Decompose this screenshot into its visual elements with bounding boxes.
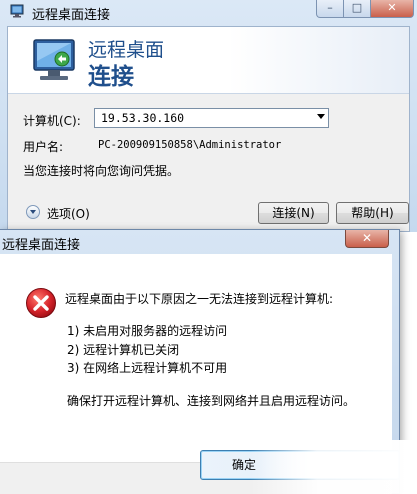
computer-value: 19.53.30.160	[101, 111, 185, 125]
help-button[interactable]: 帮助(H)	[336, 202, 409, 224]
username-value: PC-200909150858\Administrator	[98, 139, 282, 151]
rdc-banner: 远程桌面 连接	[8, 27, 409, 94]
rdc-client-area: 远程桌面 连接 计算机(C): 19.53.30.160 用户名: PC-200…	[7, 26, 410, 232]
options-label[interactable]: 选项(O)	[47, 205, 90, 222]
error-reason-3: 3) 在网络上远程计算机不可用	[67, 361, 228, 375]
rdc-titlebar[interactable]: 远程桌面连接 – □ ✕	[0, 0, 417, 24]
error-advice: 确保打开远程计算机、连接到网络并且启用远程访问。	[67, 394, 356, 408]
options-toggle[interactable]: 选项(O)	[26, 204, 96, 222]
error-main-message: 远程桌面由于以下原因之一无法连接到远程计算机:	[65, 292, 334, 306]
watermark-fade	[250, 440, 417, 494]
connect-button[interactable]: 连接(N)	[258, 202, 329, 224]
error-reason-1: 1) 未启用对服务器的远程访问	[67, 324, 228, 338]
chevron-down-icon[interactable]	[317, 114, 325, 119]
computer-label: 计算机(C):	[23, 114, 81, 128]
computer-connect-icon	[33, 39, 75, 80]
minimize-button[interactable]: –	[316, 0, 344, 18]
computer-combobox[interactable]: 19.53.30.160	[94, 108, 329, 128]
error-reason-2: 2) 远程计算机已关闭	[67, 343, 180, 357]
username-label: 用户名:	[23, 140, 64, 154]
error-icon	[26, 288, 56, 318]
maximize-button[interactable]: □	[343, 0, 371, 18]
rdc-window: 远程桌面连接 – □ ✕ 远程桌面 连接 计算机(C): 19.53.30.16…	[0, 0, 417, 232]
rdc-window-title: 远程桌面连接	[32, 8, 111, 23]
rdc-close-button[interactable]: ✕	[370, 0, 414, 18]
error-close-button[interactable]: ✕	[345, 230, 389, 248]
expand-circle-icon[interactable]	[26, 205, 40, 219]
credential-note: 当您连接时将向您询问凭据。	[23, 164, 180, 178]
remote-desktop-icon	[10, 4, 24, 18]
banner-title-line2: 连接	[88, 64, 134, 90]
error-dialog-title: 远程桌面连接	[2, 238, 81, 253]
